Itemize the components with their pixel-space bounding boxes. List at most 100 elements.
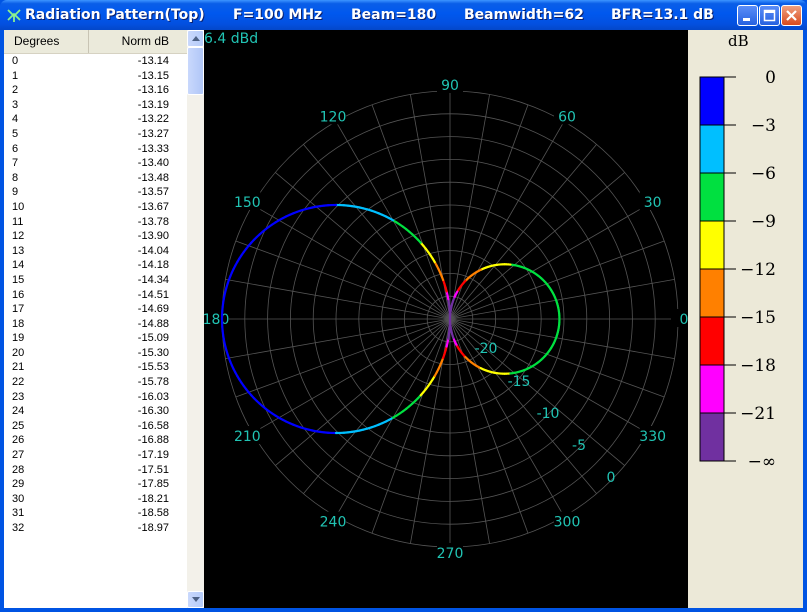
title-beamwidth: Beamwidth=62	[464, 7, 584, 23]
legend-color-swatch	[699, 412, 725, 462]
list-row[interactable]: 30 -18.21	[4, 492, 187, 507]
list-row[interactable]: 16 -14.51	[4, 288, 187, 303]
legend-tick-label: 0	[765, 68, 776, 88]
list-row[interactable]: 23 -16.03	[4, 390, 187, 405]
scroll-down-button[interactable]	[187, 591, 204, 608]
list-row[interactable]: 17 -14.69	[4, 302, 187, 317]
row-norm-db: -16.58	[137, 419, 169, 432]
list-row[interactable]: 26 -16.88	[4, 433, 187, 448]
legend-color-swatch	[699, 220, 725, 270]
radial-scale-label: -5	[572, 438, 586, 454]
list-row[interactable]: 24 -16.30	[4, 404, 187, 419]
legend-tick-label: −18	[740, 356, 776, 376]
list-row[interactable]: 11 -13.78	[4, 215, 187, 230]
row-degrees: 29	[12, 478, 25, 491]
list-row[interactable]: 1 -13.15	[4, 69, 187, 84]
legend-scale: 0 −3 −6 −9 −12 −15 −18 −21 −∞	[699, 68, 776, 472]
close-button[interactable]	[781, 5, 802, 26]
list-row[interactable]: 14 -14.18	[4, 258, 187, 273]
column-header-degrees[interactable]: Degrees	[4, 30, 89, 53]
list-row[interactable]: 18 -14.88	[4, 317, 187, 332]
row-norm-db: -15.30	[137, 346, 169, 359]
title-bar[interactable]: Radiation Pattern(Top) F=100 MHz Beam=18…	[0, 0, 807, 30]
row-norm-db: -13.90	[137, 230, 169, 243]
minimize-icon	[743, 18, 750, 21]
list-row[interactable]: 4 -13.22	[4, 112, 187, 127]
list-row[interactable]: 20 -15.30	[4, 346, 187, 361]
row-degrees: 27	[12, 449, 25, 462]
list-row[interactable]: 12 -13.90	[4, 229, 187, 244]
row-degrees: 7	[12, 157, 19, 170]
row-degrees: 31	[12, 507, 25, 520]
row-norm-db: -16.30	[137, 405, 169, 418]
scroll-up-arrow-icon	[192, 36, 200, 41]
row-norm-db: -15.09	[137, 332, 169, 345]
legend-color-swatch	[699, 268, 725, 318]
row-norm-db: -15.53	[137, 361, 169, 374]
row-degrees: 1	[12, 69, 19, 82]
radial-scale-label: 0	[607, 470, 616, 486]
row-norm-db: -13.78	[137, 215, 169, 228]
row-degrees: 23	[12, 390, 25, 403]
column-header-norm-db[interactable]: Norm dB	[89, 30, 187, 53]
row-norm-db: -14.34	[137, 273, 169, 286]
list-row[interactable]: 10 -13.67	[4, 200, 187, 215]
scroll-thumb[interactable]	[187, 47, 204, 95]
row-degrees: 18	[12, 317, 25, 330]
radial-scale-label: -15	[508, 374, 531, 390]
row-degrees: 5	[12, 127, 19, 140]
window-title: Radiation Pattern(Top)	[25, 7, 205, 23]
row-degrees: 17	[12, 303, 25, 316]
list-row[interactable]: 9 -13.57	[4, 185, 187, 200]
list-row[interactable]: 22 -15.78	[4, 375, 187, 390]
row-degrees: 13	[12, 244, 25, 257]
list-row[interactable]: 27 -17.19	[4, 448, 187, 463]
row-norm-db: -14.18	[137, 259, 169, 272]
pattern-data-list: Degrees Norm dB 0 -13.14 1 -13.15 2 -13.16 3 -1…	[4, 30, 204, 608]
list-vertical-scrollbar[interactable]	[187, 30, 204, 608]
row-norm-db: -14.04	[137, 244, 169, 257]
scroll-down-arrow-icon	[192, 597, 200, 602]
maximize-icon	[763, 9, 776, 22]
legend-tick-label: −∞	[748, 452, 776, 472]
row-norm-db: -13.67	[137, 200, 169, 213]
row-degrees: 0	[12, 55, 19, 67]
maximize-button[interactable]	[759, 5, 780, 26]
list-row[interactable]: 15 -14.34	[4, 273, 187, 288]
row-norm-db: -13.40	[137, 157, 169, 170]
list-row[interactable]: 0 -13.14	[4, 54, 187, 69]
list-row[interactable]: 19 -15.09	[4, 331, 187, 346]
row-norm-db: -13.14	[137, 55, 169, 67]
angle-label: 330	[639, 429, 666, 445]
angle-label: 60	[558, 109, 576, 125]
angle-label: 240	[320, 515, 347, 531]
scroll-up-button[interactable]	[187, 30, 204, 47]
list-row[interactable]: 13 -14.04	[4, 244, 187, 259]
row-degrees: 22	[12, 376, 25, 389]
list-row[interactable]: 8 -13.48	[4, 171, 187, 186]
row-degrees: 6	[12, 142, 19, 155]
list-row[interactable]: 28 -17.51	[4, 463, 187, 478]
angle-label: 150	[234, 195, 261, 211]
list-row[interactable]: 6 -13.33	[4, 142, 187, 157]
list-row[interactable]: 25 -16.58	[4, 419, 187, 434]
list-row[interactable]: 7 -13.40	[4, 156, 187, 171]
polar-plot[interactable]: 0 30 60 90 120 150 180 210 240 270 300 330 -20 -15 -10…	[203, 30, 697, 608]
list-row[interactable]: 3 -13.19	[4, 98, 187, 113]
antenna-app-icon	[7, 9, 21, 22]
list-row[interactable]: 21 -15.53	[4, 360, 187, 375]
list-row[interactable]: 32 -18.97	[4, 521, 187, 536]
list-row[interactable]: 31 -18.58	[4, 506, 187, 521]
minimize-button[interactable]	[737, 5, 758, 26]
row-degrees: 15	[12, 273, 25, 286]
row-norm-db: -13.16	[137, 84, 169, 97]
row-degrees: 28	[12, 463, 25, 476]
list-row[interactable]: 29 -17.85	[4, 477, 187, 492]
row-norm-db: -14.51	[137, 288, 169, 301]
row-degrees: 21	[12, 361, 25, 374]
list-row[interactable]: 2 -13.16	[4, 83, 187, 98]
row-norm-db: -17.19	[137, 449, 169, 462]
list-row[interactable]: 5 -13.27	[4, 127, 187, 142]
legend-tick-label: −6	[751, 164, 776, 184]
row-degrees: 24	[12, 405, 25, 418]
